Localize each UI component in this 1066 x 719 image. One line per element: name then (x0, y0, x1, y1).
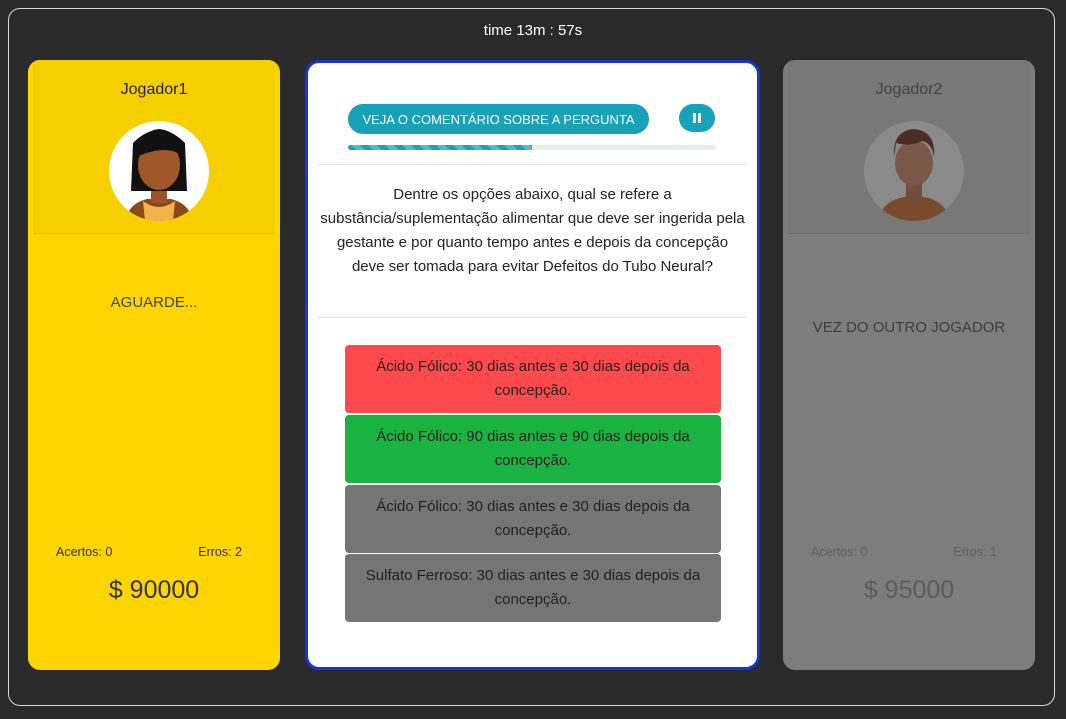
time-progress-bar (348, 145, 716, 150)
timer-value: 13m : 57s (516, 22, 583, 39)
player2-status: VEZ DO OUTRO JOGADOR (812, 319, 1006, 336)
player1-hits: Acertos: 0 (56, 545, 113, 559)
timer-label: time (483, 22, 513, 39)
player2-errors: Erros: 1 (953, 545, 997, 559)
player1-header: Jogador1 (33, 60, 275, 234)
divider-top (318, 164, 747, 165)
player1-status: AGUARDE... (110, 294, 198, 311)
answer-option-4[interactable]: Sulfato Ferroso: 30 dias antes e 30 dias… (345, 554, 721, 622)
divider-bottom (318, 317, 747, 318)
player2-header: Jogador2 (788, 60, 1030, 234)
view-comment-button[interactable]: VEJA O COMENTÁRIO SOBRE A PERGUNTA (348, 104, 649, 134)
player2-hits: Acertos: 0 (811, 545, 868, 559)
player1-money: $ 90000 (108, 576, 200, 604)
question-card: VEJA O COMENTÁRIO SOBRE A PERGUNTA Dentr… (305, 60, 760, 670)
time-progress-fill (348, 145, 532, 150)
player2-money: $ 95000 (863, 576, 955, 604)
answer-option-3[interactable]: Ácido Fólico: 30 dias antes e 30 dias de… (345, 485, 721, 553)
answer-option-2[interactable]: Ácido Fólico: 90 dias antes e 90 dias de… (345, 415, 721, 483)
woman-avatar-icon (109, 121, 209, 221)
timer: time 13m : 57s (0, 22, 1066, 39)
player1-card: Jogador1 AGUARDE... Acertos: 0 Erros: 2 … (28, 60, 280, 670)
player2-card: Jogador2 VEZ DO OUTRO JOGADOR Acertos: 0… (783, 60, 1035, 670)
player1-name: Jogador1 (120, 81, 188, 98)
player1-errors: Erros: 2 (198, 545, 242, 559)
player2-name: Jogador2 (875, 81, 943, 98)
pause-button[interactable] (679, 104, 715, 132)
question-text: Dentre os opções abaixo, qual se refere … (320, 186, 745, 275)
answer-option-1[interactable]: Ácido Fólico: 30 dias antes e 30 dias de… (345, 345, 721, 413)
man-avatar-icon (864, 121, 964, 221)
